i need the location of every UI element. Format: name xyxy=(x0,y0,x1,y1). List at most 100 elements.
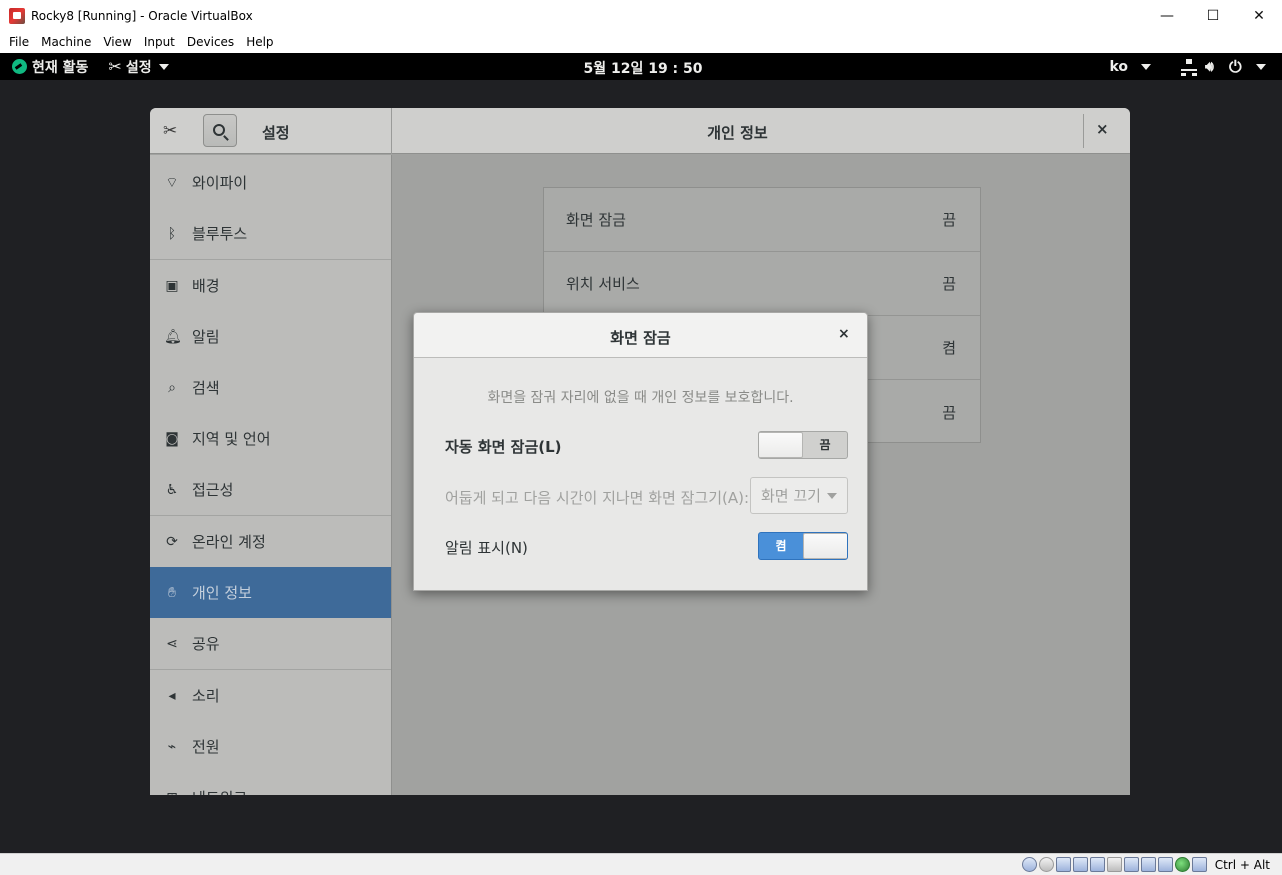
screen-lock-dialog: 화면 잠금 × 화면을 잠궈 자리에 없을 때 개인 정보를 보호합니다. 자동… xyxy=(413,312,868,591)
row-value: 끔 xyxy=(942,211,956,229)
sidebar-item-label: 전원 xyxy=(192,738,220,756)
minimize-button[interactable]: — xyxy=(1144,0,1190,31)
window-title: Rocky8 [Running] - Oracle VirtualBox xyxy=(31,8,253,23)
camera-icon: ◙ xyxy=(165,430,179,447)
share-icon: ⋖ xyxy=(166,635,178,652)
notifications-label: 알림 표시(N) xyxy=(445,539,528,557)
sidebar-item-search[interactable]: ⌕ 검색 xyxy=(150,362,391,413)
network-icon[interactable] xyxy=(1181,58,1197,76)
dialog-header: 화면 잠금 × xyxy=(414,313,867,358)
activities-label: 현재 활동 xyxy=(32,59,89,76)
dialog-title: 화면 잠금 xyxy=(610,329,671,347)
row-value: 끔 xyxy=(942,275,956,293)
device-status-icons xyxy=(1021,857,1207,872)
header-separator xyxy=(1083,114,1084,148)
vbox-titlebar: Rocky8 [Running] - Oracle VirtualBox — ☐… xyxy=(0,0,1282,31)
sidebar-item-wifi[interactable]: ⌔ 와이파이 xyxy=(150,157,391,208)
row-label: 화면 잠금 xyxy=(566,211,626,229)
sidebar-item-privacy[interactable]: ✋︎ 개인 정보 xyxy=(150,567,391,618)
sidebar-item-sound[interactable]: ◂ 소리 xyxy=(150,670,391,721)
virtualization-icon[interactable] xyxy=(1157,857,1173,872)
menu-help[interactable]: Help xyxy=(241,35,278,49)
sidebar-item-accessibility[interactable]: ♿︎ 접근성 xyxy=(150,464,391,515)
page-title: 개인 정보 xyxy=(707,124,768,142)
host-key-label: Ctrl + Alt xyxy=(1214,857,1270,872)
sidebar-title: 설정 xyxy=(262,124,290,142)
sidebar-item-network[interactable]: ⊞ 네트워크 xyxy=(150,772,391,795)
network-adapter-icon[interactable] xyxy=(1072,857,1088,872)
online-accounts-icon: ⟳ xyxy=(166,533,178,550)
display-icon[interactable] xyxy=(1123,857,1139,872)
sidebar-item-sharing[interactable]: ⋖ 공유 xyxy=(150,618,391,669)
close-settings-button[interactable]: × xyxy=(1096,120,1109,138)
recording-icon[interactable] xyxy=(1140,857,1156,872)
usb-icon[interactable] xyxy=(1089,857,1105,872)
power-icon[interactable]: ⏻ xyxy=(1229,58,1245,75)
optical-drive-icon[interactable] xyxy=(1038,857,1054,872)
background-icon: ▣ xyxy=(165,277,179,294)
input-language-label[interactable]: ko xyxy=(1109,59,1128,75)
maximize-button[interactable]: ☐ xyxy=(1190,0,1236,31)
sidebar-item-label: 블루투스 xyxy=(192,225,248,243)
system-tray: ko 🔊︎ ⏻ xyxy=(1109,53,1266,80)
sidebar-item-label: 네트워크 xyxy=(192,787,247,795)
hard-disk-icon[interactable] xyxy=(1021,857,1037,872)
row-value: 켬 xyxy=(942,339,956,357)
sidebar-item-label: 개인 정보 xyxy=(192,584,252,602)
menu-input[interactable]: Input xyxy=(139,35,180,49)
sidebar-item-label: 소리 xyxy=(192,687,220,705)
shared-folders-icon[interactable] xyxy=(1106,857,1122,872)
sidebar-item-bluetooth[interactable]: ᛒ 블루투스 xyxy=(150,208,391,259)
menu-file[interactable]: File xyxy=(4,35,34,49)
close-dialog-button[interactable]: × xyxy=(838,326,850,342)
sidebar-item-online-accounts[interactable]: ⟳ 온라인 계정 xyxy=(150,516,391,567)
sidebar-item-label: 온라인 계정 xyxy=(192,533,266,551)
chevron-down-icon xyxy=(826,492,837,499)
mouse-integration-icon[interactable] xyxy=(1174,857,1190,872)
bluetooth-icon: ᛒ xyxy=(167,225,177,242)
clock[interactable]: 5월 12일 19 : 50 xyxy=(0,58,1282,78)
activities-button[interactable]: 현재 활동 xyxy=(12,57,88,77)
sidebar-item-region-language[interactable]: ◙ 지역 및 언어 xyxy=(150,413,391,464)
search-button[interactable] xyxy=(203,114,237,147)
auto-lock-switch[interactable]: 끔 xyxy=(758,431,848,459)
privacy-row-location[interactable]: 위치 서비스 끔 xyxy=(544,252,980,316)
tools-icon: ✂︎ xyxy=(108,57,122,76)
vbox-statusbar: Ctrl + Alt xyxy=(0,853,1282,875)
lock-after-value: 화면 끄기 xyxy=(761,487,821,505)
sound-icon: ◂ xyxy=(168,687,176,704)
keyboard-capture-icon[interactable] xyxy=(1191,857,1207,872)
chevron-down-icon xyxy=(1141,63,1151,70)
menu-devices[interactable]: Devices xyxy=(182,35,239,49)
network-icon: ⊞ xyxy=(164,790,180,796)
sidebar-item-power[interactable]: ⌁ 전원 xyxy=(150,721,391,772)
sidebar-item-label: 공유 xyxy=(192,635,220,653)
window-controls: — ☐ ✕ xyxy=(1144,0,1282,31)
sidebar-header: ✂︎ 설정 xyxy=(150,108,392,154)
lock-screen-notifications-switch[interactable]: 켬 xyxy=(758,532,848,560)
gnome-top-bar: 현재 활동 ✂︎ 설정 5월 12일 19 : 50 ko 🔊︎ ⏻ xyxy=(0,53,1282,80)
close-window-button[interactable]: ✕ xyxy=(1236,0,1282,31)
chevron-down-icon xyxy=(158,63,169,70)
sidebar-item-label: 배경 xyxy=(192,277,220,295)
menu-machine[interactable]: Machine xyxy=(36,35,96,49)
vbox-menubar: File Machine View Input Devices Help xyxy=(0,31,1282,53)
volume-icon[interactable]: 🔊︎ xyxy=(1205,59,1221,75)
app-menu-button[interactable]: ✂︎ 설정 xyxy=(108,57,169,77)
row-value: 끔 xyxy=(942,403,956,422)
search-icon: ⌕ xyxy=(168,379,176,396)
lock-after-dropdown[interactable]: 화면 끄기 xyxy=(750,477,848,514)
rocky-logo-icon xyxy=(12,59,27,74)
audio-icon[interactable] xyxy=(1055,857,1071,872)
lock-after-label: 어둡게 되고 다음 시간이 지나면 화면 잠그기(A): xyxy=(445,489,750,507)
switch-state: 켬 xyxy=(775,539,787,553)
dialog-description: 화면을 잠궈 자리에 없을 때 개인 정보를 보호합니다. xyxy=(487,390,794,406)
settings-header: ✂︎ 설정 개인 정보 × xyxy=(150,108,1130,154)
sidebar-item-notifications[interactable]: 🔔︎ 알림 xyxy=(150,311,391,362)
wifi-icon: ⌔ xyxy=(165,174,179,191)
settings-tools-icon: ✂︎ xyxy=(163,121,178,141)
auto-lock-label: 자동 화면 잠금(L) xyxy=(445,438,562,456)
menu-view[interactable]: View xyxy=(98,35,136,49)
sidebar-item-background[interactable]: ▣ 배경 xyxy=(150,260,391,311)
privacy-row-screen-lock[interactable]: 화면 잠금 끔 xyxy=(544,188,980,252)
